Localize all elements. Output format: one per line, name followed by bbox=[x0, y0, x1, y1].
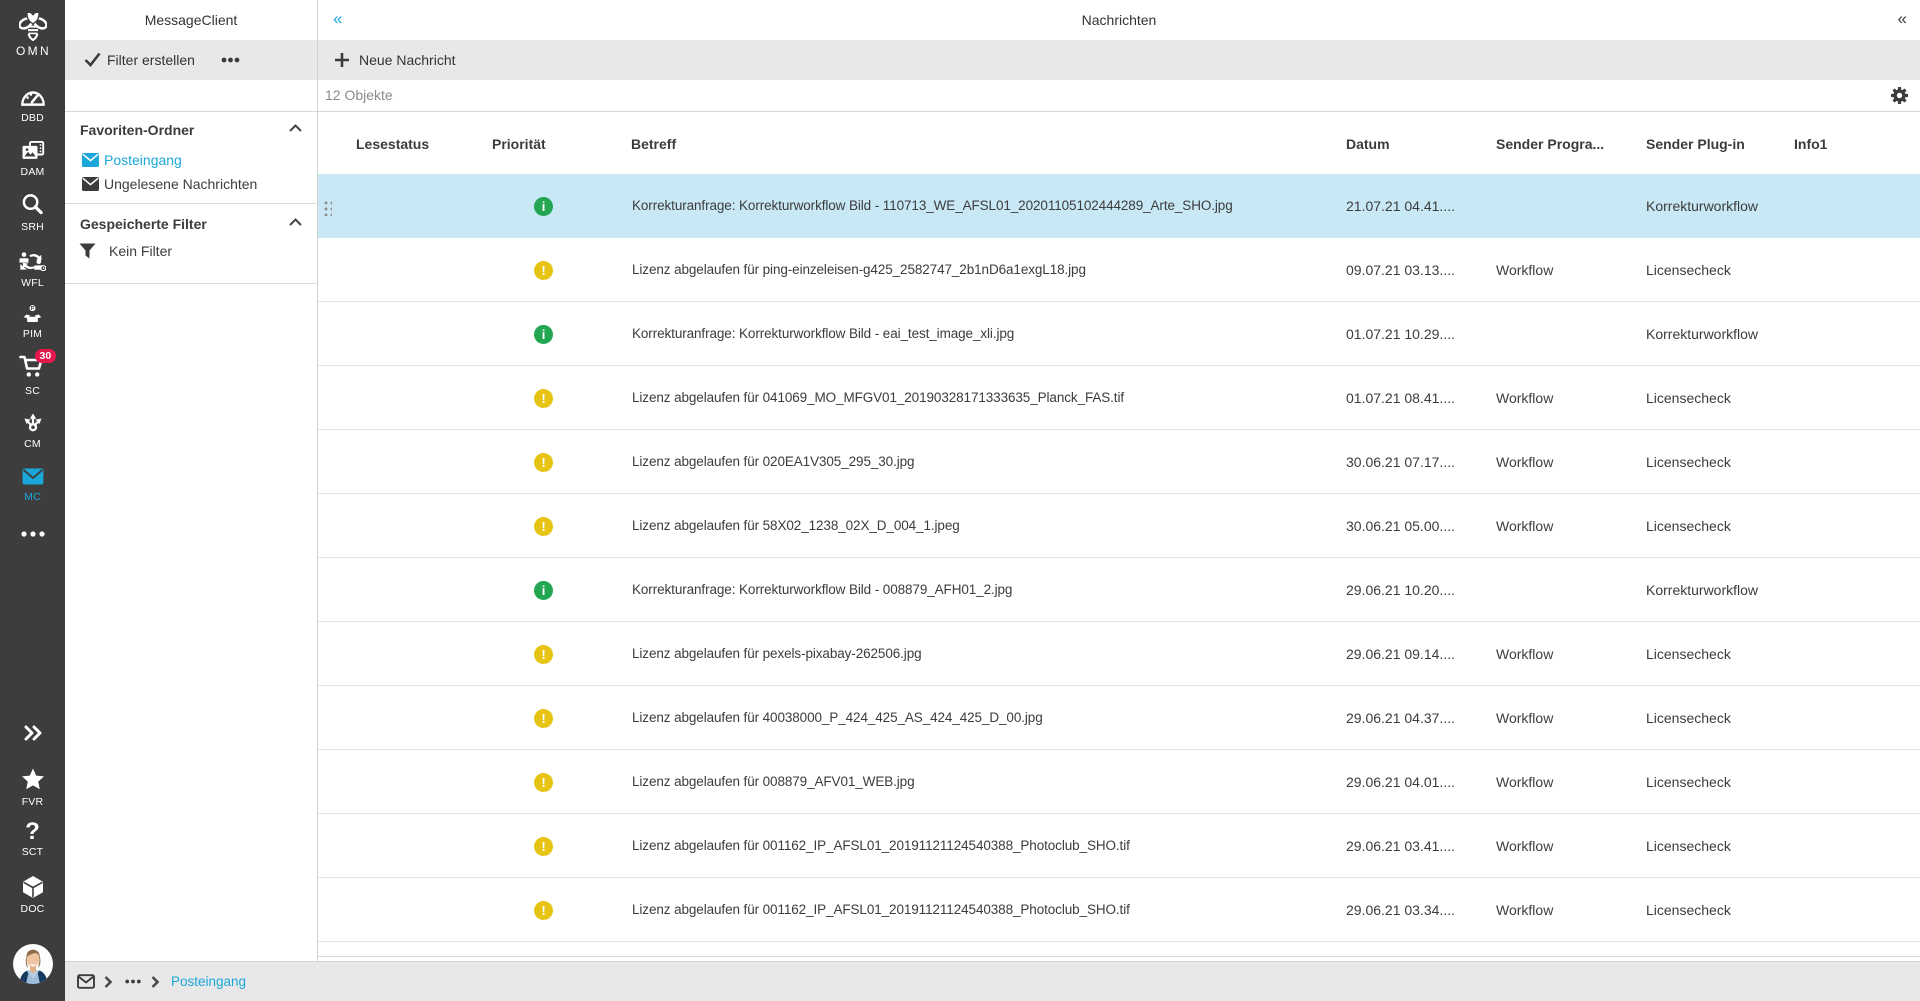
svg-text:P: P bbox=[31, 306, 35, 312]
